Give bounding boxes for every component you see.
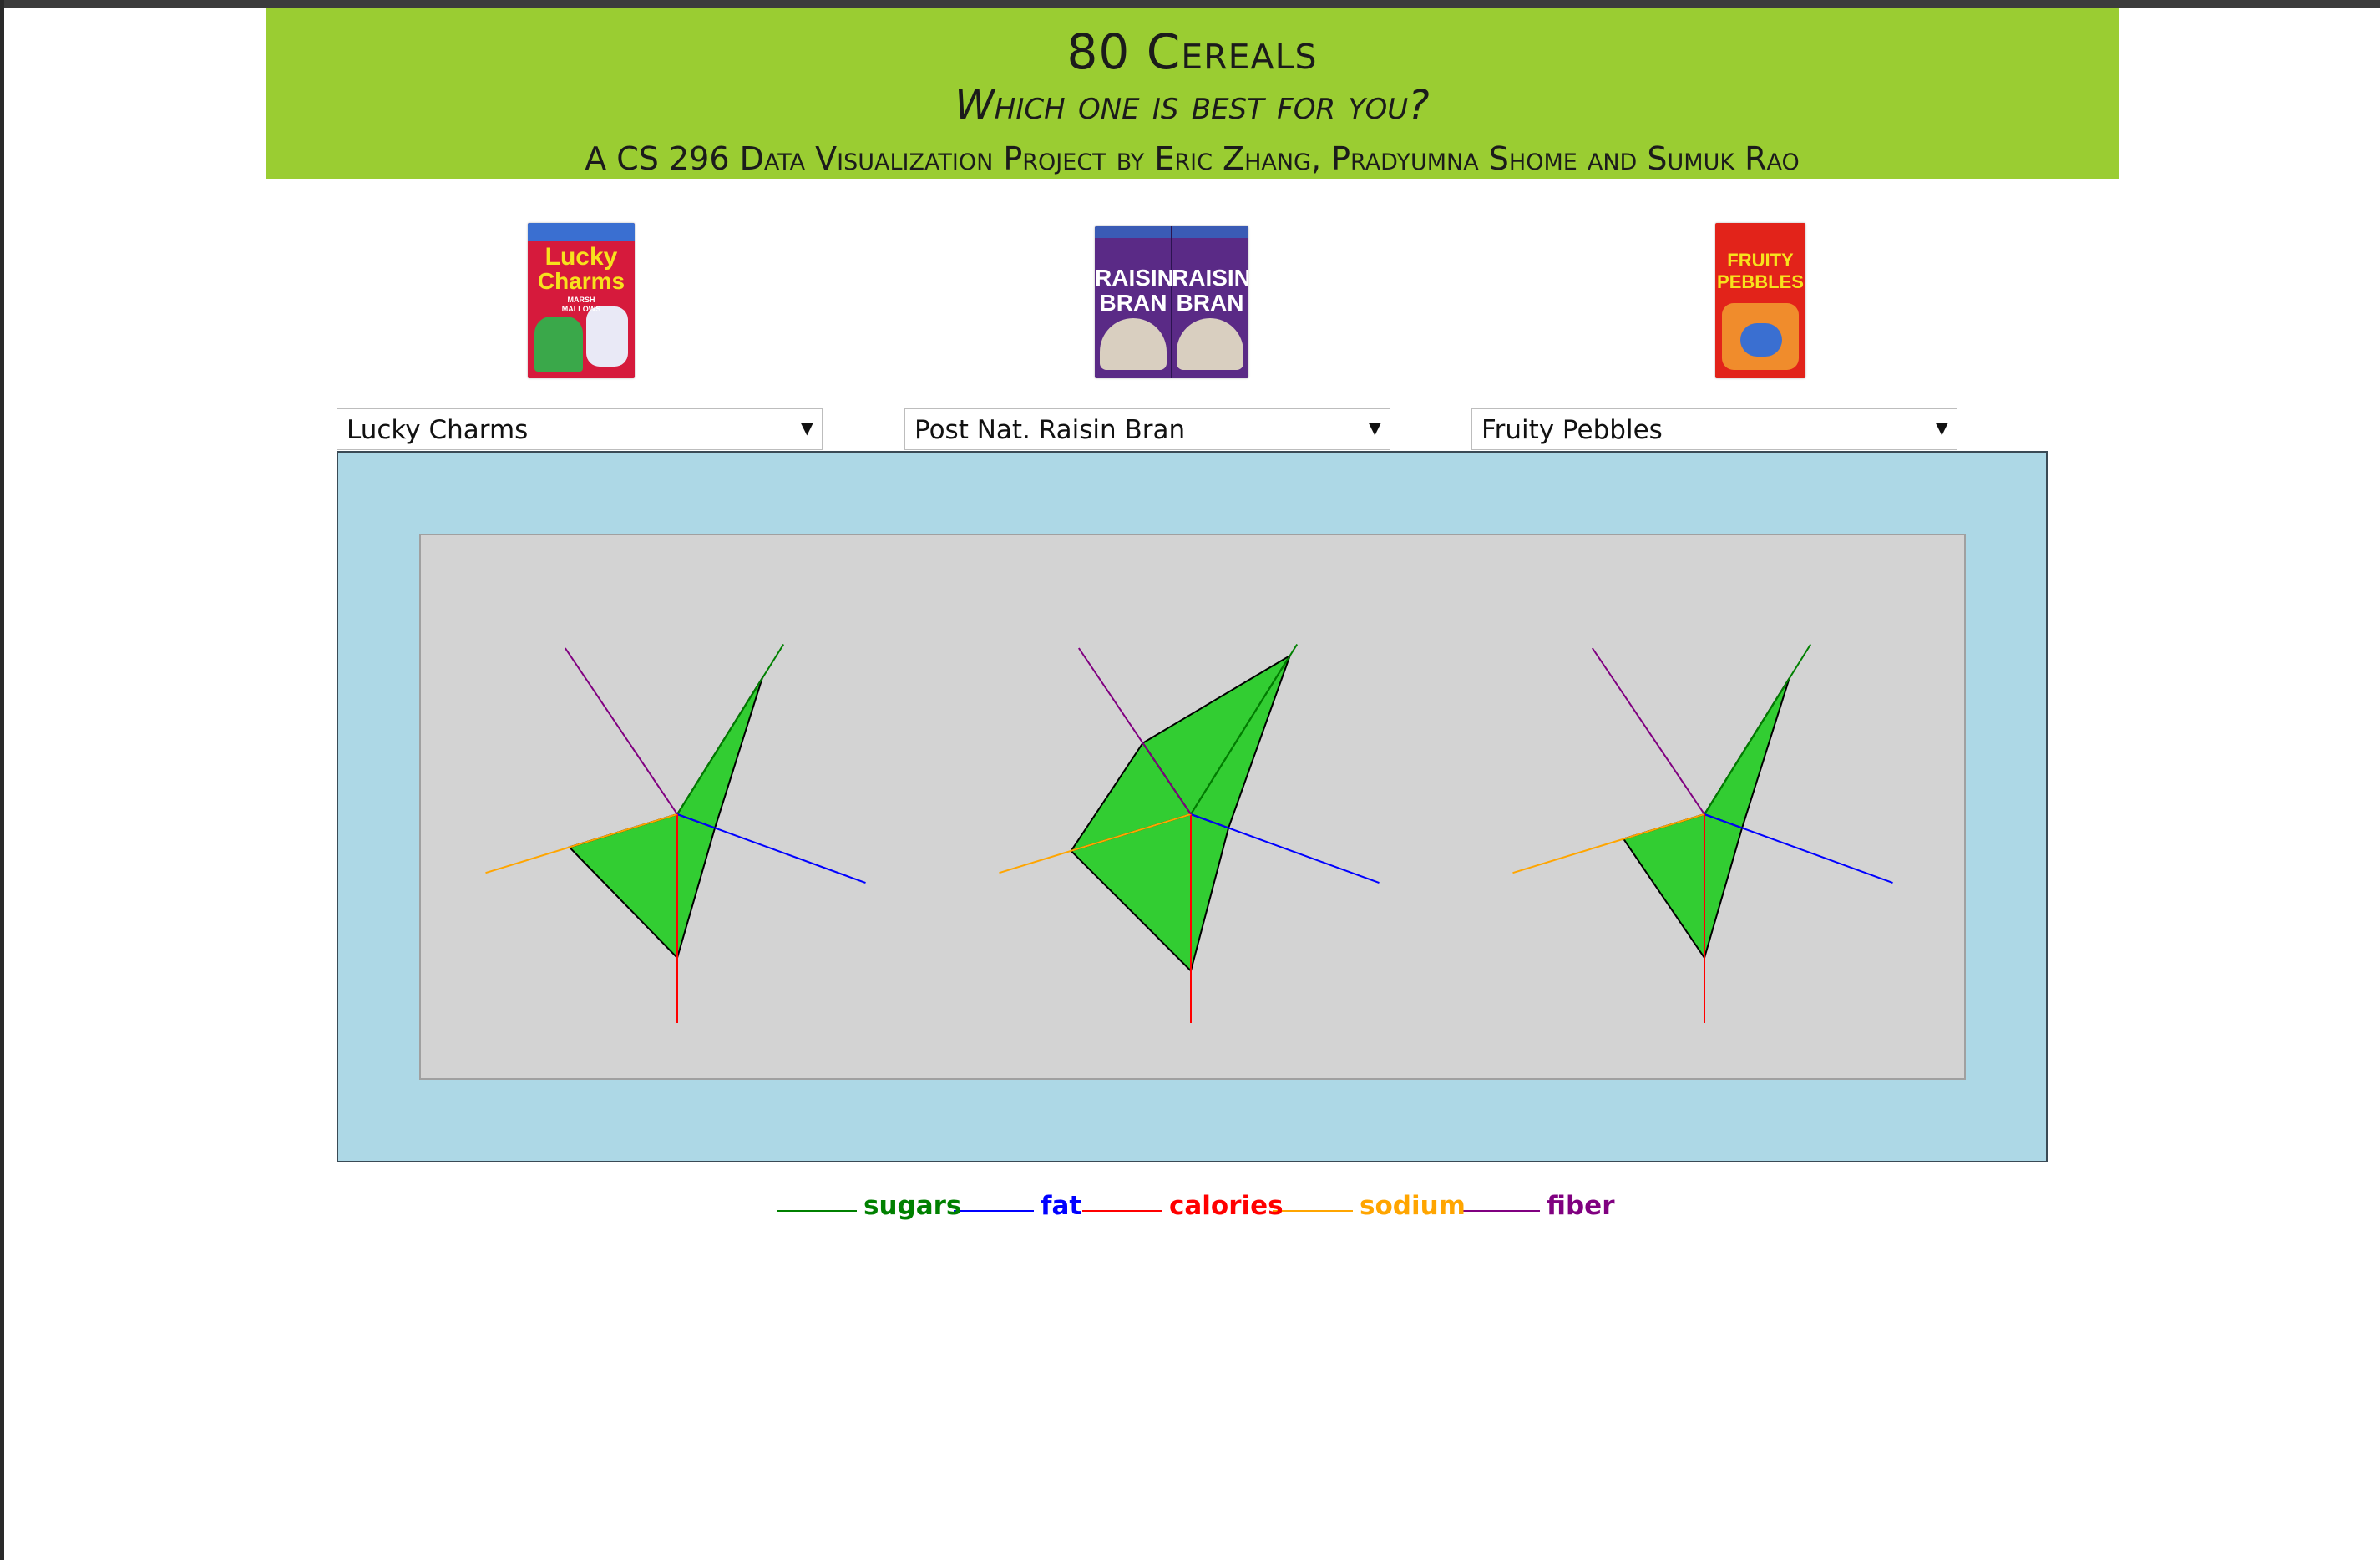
radar-chart-svg xyxy=(419,534,1966,1080)
legend-label-fat: fat xyxy=(1041,1191,1082,1221)
page-credit: A CS 296 Data Visualization Project by E… xyxy=(585,140,1800,177)
cereal-select-1[interactable]: Lucky Charms ▼ xyxy=(337,408,823,450)
chart-stage xyxy=(337,451,2048,1162)
legend-label-sodium: sodium xyxy=(1360,1191,1466,1221)
page-subtitle: Which one is best for you? xyxy=(955,82,1430,129)
raisin-bran-box-image: RAISIN BRAN RAISIN BRAN xyxy=(1095,226,1248,378)
legend-label-fiber: fiber xyxy=(1547,1191,1615,1221)
chevron-down-icon: ▼ xyxy=(1368,418,1381,438)
chevron-down-icon: ▼ xyxy=(1935,418,1948,438)
header-banner: 80 Cereals Which one is best for you? A … xyxy=(266,8,2119,179)
chevron-down-icon: ▼ xyxy=(800,418,813,438)
window-top-bar xyxy=(0,0,2380,8)
page-title: 80 Cereals xyxy=(1066,23,1318,80)
cereal-select-3-value: Fruity Pebbles xyxy=(1481,415,1663,445)
fruity-pebbles-box-image: FRUITY PEBBLES xyxy=(1715,223,1805,378)
lucky-charms-box-image: Lucky Charms MARSH MALLOWS xyxy=(528,223,635,378)
window-left-edge xyxy=(0,0,4,1560)
cereal-select-2-value: Post Nat. Raisin Bran xyxy=(914,415,1186,445)
cereal-select-3[interactable]: Fruity Pebbles ▼ xyxy=(1471,408,1957,450)
legend-label-calories: calories xyxy=(1169,1191,1284,1221)
legend-label-sugars: sugars xyxy=(863,1191,962,1221)
cereal-select-1-value: Lucky Charms xyxy=(347,415,529,445)
cereal-select-2[interactable]: Post Nat. Raisin Bran ▼ xyxy=(904,408,1390,450)
